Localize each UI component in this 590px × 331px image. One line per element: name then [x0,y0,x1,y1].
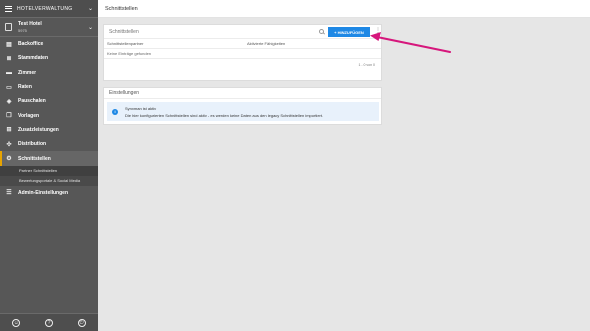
sliders-icon: ☰ [6,190,12,197]
sidebar-subitem-bewertungsportale[interactable]: Bewertungsportale & Social Media [0,175,98,186]
sidebar-footer: ☺ ? ⏻ [0,313,98,331]
sidebar-header[interactable]: HOTELVERWALTUNG ⌄ [0,0,98,18]
column-header-capabilities[interactable]: Aktivierte Fähigkeiten [247,41,285,46]
sidebar-item-label: Zusatzleistungen [18,126,59,133]
sidebar-item-label: Zimmer [18,69,37,76]
app-title: HOTELVERWALTUNG [17,5,73,12]
sidebar-item-schnittstellen[interactable]: ⚙ Schnittstellen [0,151,98,166]
search-input[interactable] [109,26,319,37]
search-row: + HINZUFÜGEN ⋮ [104,25,381,39]
sidebar-item-zimmer[interactable]: ▬ Zimmer [0,66,98,80]
bed-icon: ▬ [6,69,12,76]
sidebar-item-label: Vorlagen [18,112,40,119]
settings-title: Einstellungen [104,88,381,99]
chevron-down-icon[interactable]: ⌄ [88,24,93,31]
info-icon: i [112,108,118,115]
sidebar-item-admin-einstellungen[interactable]: ☰ Admin-Einstellungen [0,186,98,200]
sidebar-item-label: Stammdaten [18,55,49,62]
sidebar-item-label: Distribution [18,141,47,148]
sidebar-subitem-label: Bewertungsportale & Social Media [19,178,81,184]
sidebar-item-label: Raten [18,84,32,91]
interfaces-card: + HINZUFÜGEN ⋮ Schnittstellenpartner Akt… [103,24,382,81]
sidebar-item-label: Backoffice [18,41,44,48]
sidebar-item-label: Admin-Einstellungen [18,189,68,196]
hotel-name: Test Hotel [18,21,42,27]
cart-icon: ⊞ [6,127,12,134]
database-icon: ≣ [6,55,12,62]
add-button[interactable]: + HINZUFÜGEN [328,27,370,37]
info-heading: Synxman ist aktiv [125,105,157,111]
tag-icon: ◈ [6,98,12,105]
power-icon[interactable]: ⏻ [77,318,86,327]
user-icon[interactable]: ☺ [12,318,21,327]
search-icon[interactable] [319,29,324,34]
document-icon: ▤ [6,41,12,48]
sidebar-item-raten[interactable]: ▭ Raten [0,80,98,94]
sidebar-item-distribution[interactable]: ✣ Distribution [0,137,98,151]
share-icon: ✣ [6,141,12,148]
copy-icon: ❐ [6,113,12,120]
sidebar-item-label: Schnittstellen [18,155,51,162]
info-banner: i Synxman ist aktiv Die hier konfigurier… [107,102,379,121]
page-title: Schnittstellen [105,5,138,12]
main-content: + HINZUFÜGEN ⋮ Schnittstellenpartner Akt… [98,18,590,331]
sidebar-item-label: Pauschalen [18,98,46,105]
column-header-partner[interactable]: Schnittstellenpartner [107,41,247,46]
card-icon: ▭ [6,84,12,91]
empty-table-message: Keine Einträge gefunden [104,49,381,59]
more-options-icon[interactable]: ⋮ [375,28,381,34]
sidebar-item-vorlagen[interactable]: ❐ Vorlagen [0,108,98,122]
help-icon[interactable]: ? [44,318,53,327]
table-header: Schnittstellenpartner Aktivierte Fähigke… [104,39,381,49]
sidebar-item-backoffice[interactable]: ▤ Backoffice [0,37,98,51]
top-bar: Schnittstellen [98,0,590,18]
hotel-selector[interactable]: Test Hotel 5975 ⌄ [0,18,98,37]
settings-card: Einstellungen i Synxman ist aktiv Die hi… [103,87,382,125]
sidebar-subitem-partner-schnittstellen[interactable]: Partner Schnittstellen [0,165,98,176]
sidebar-subitem-label: Partner Schnittstellen [19,168,58,174]
sidebar-item-zusatzleistungen[interactable]: ⊞ Zusatzleistungen [0,123,98,137]
info-description: Die hier konfigurierten Schnittstellen s… [125,112,324,118]
pagination-info: 1 - 0 von 0 [358,62,375,67]
plug-icon: ⚙ [6,156,12,163]
chevron-down-icon[interactable]: ⌄ [88,5,93,12]
menu-icon[interactable] [5,5,12,12]
building-icon [5,23,12,31]
sidebar-item-stammdaten[interactable]: ≣ Stammdaten [0,51,98,65]
hotel-id: 5975 [18,28,27,33]
sidebar: HOTELVERWALTUNG ⌄ Test Hotel 5975 ⌄ ▤ Ba… [0,0,98,331]
sidebar-item-pauschalen[interactable]: ◈ Pauschalen [0,94,98,108]
